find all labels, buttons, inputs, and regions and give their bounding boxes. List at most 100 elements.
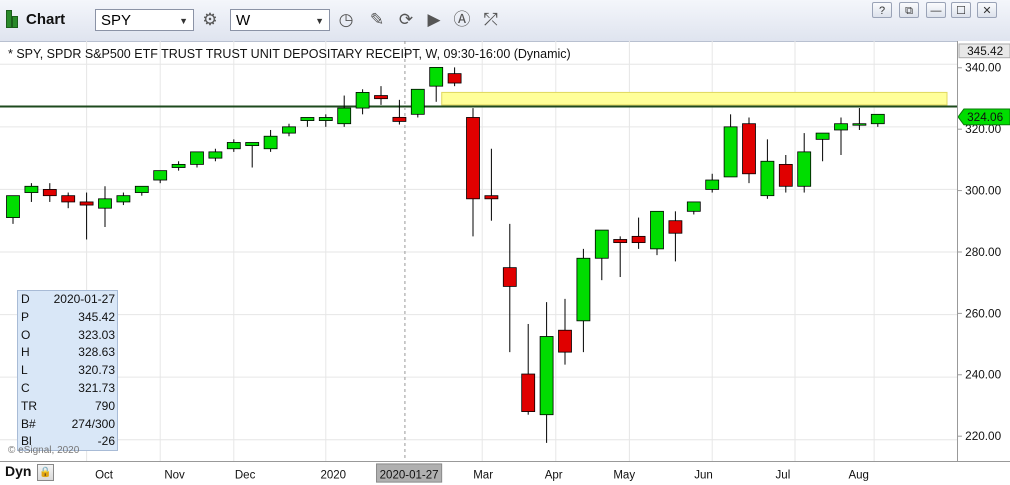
top-price-label: 345.42 (967, 45, 1003, 58)
candle-body (226, 142, 241, 150)
candle-body (355, 92, 370, 109)
candle-body (429, 66, 444, 87)
data-window-value: 320.73 (78, 363, 115, 378)
alert-icon[interactable]: Ⓐ (451, 9, 473, 31)
candle-body (834, 123, 848, 131)
chart-title: Chart (6, 10, 65, 28)
time-axis[interactable]: Oct Nov Dec 2020 Mar Apr May Jun Jul Aug 2020-01-2… (0, 461, 1010, 485)
cursor-date-label: 2020-01-27 (380, 469, 439, 481)
x-tick-label: 2020 (320, 469, 346, 481)
candle-body (447, 73, 462, 84)
candle-body (190, 151, 204, 165)
toolbar: Chart SPY ▼ ⚙ W ▼ ◷ ✎ ⟳ ▶ Ⓐ ⤱ ? ⧉ — ☐ ✕ (0, 0, 1010, 42)
data-window-row: L 320.73 (18, 362, 117, 380)
x-tick-label: Apr (545, 469, 563, 481)
data-window: D 2020-01-27 P 345.42 O 323.03 H 328.63 L 320.73 C… (17, 290, 118, 451)
y-tick-label: 300.00 (965, 185, 1001, 198)
y-tick-label: 260.00 (965, 307, 1001, 320)
candle-body (797, 151, 812, 187)
candle-body (61, 195, 76, 203)
symbol-dropdown-icon: ▼ (179, 16, 188, 26)
symbol-value: SPY (101, 12, 132, 29)
candle-body (815, 132, 830, 140)
candle-body (116, 195, 131, 203)
candle-body (410, 88, 425, 115)
data-window-value: 328.63 (78, 345, 115, 360)
data-window-row: TR 790 (18, 398, 117, 416)
interval-combo[interactable]: W ▼ (230, 9, 330, 31)
data-window-key: D (21, 292, 30, 306)
candle-body (392, 116, 407, 122)
chart-app-icon (6, 10, 20, 28)
data-window-value: 274/300 (71, 416, 115, 431)
data-window-row: P 345.42 (18, 309, 117, 327)
candle-body (79, 201, 94, 206)
link-icon[interactable]: ⤱ (480, 9, 502, 31)
data-window-value: 2020-01-27 (53, 292, 115, 306)
x-tick-label: Mar (473, 469, 493, 481)
data-window-value: -26 (97, 434, 115, 449)
price-axis[interactable]: 340.00320.00300.00280.00260.00240.00220.… (957, 41, 1010, 461)
restore-button[interactable]: ⧉ (899, 2, 919, 18)
data-window-value: 790 (94, 398, 115, 413)
help-button[interactable]: ? (872, 2, 892, 18)
candle-body (337, 107, 352, 125)
dyn-label[interactable]: Dyn (5, 463, 31, 479)
chart-header: * SPY, SPDR S&P500 ETF TRUST TRUST UNIT … (8, 47, 571, 61)
clock-icon[interactable]: ◷ (335, 9, 357, 31)
chart-title-label: Chart (26, 10, 66, 28)
candle-body (484, 195, 499, 200)
data-window-row: O 323.03 (18, 327, 117, 345)
candle-body (742, 123, 756, 175)
candle-body (245, 142, 260, 147)
pencil-icon[interactable]: ✎ (366, 9, 388, 31)
resistance-zone (441, 91, 948, 106)
data-window-row: C 321.73 (18, 380, 117, 398)
x-tick-label: Jul (776, 469, 791, 481)
candle-body (723, 126, 738, 178)
symbol-settings-icon[interactable]: ⚙ (199, 9, 221, 31)
y-tick-label: 220.00 (965, 430, 1001, 443)
candle-body (521, 373, 536, 412)
data-window-value: 323.03 (78, 327, 115, 342)
candle-body (594, 229, 609, 259)
y-tick-label: 340.00 (965, 62, 1001, 75)
candle-body (650, 210, 664, 250)
candle-body (668, 220, 683, 234)
interval-dropdown-icon: ▼ (315, 16, 324, 26)
interval-value: W (236, 12, 251, 29)
data-window-value: 345.42 (78, 309, 115, 324)
data-window-row: D 2020-01-27 (18, 291, 117, 309)
data-window-key: H (21, 345, 30, 360)
x-tick-label: Nov (164, 469, 185, 481)
copyright-watermark: © eSignal, 2020 (8, 445, 80, 456)
candle-body (502, 267, 517, 287)
candle-body (539, 336, 554, 416)
minimize-button[interactable]: — (926, 2, 946, 18)
play-icon[interactable]: ▶ (423, 9, 445, 31)
candle-body (42, 189, 57, 197)
close-button[interactable]: ✕ (977, 2, 997, 18)
candle-body (282, 126, 296, 134)
symbol-combo[interactable]: SPY ▼ (95, 9, 194, 31)
lock-icon[interactable]: 🔒 (37, 464, 54, 481)
candle-body (686, 201, 701, 212)
maximize-button[interactable]: ☐ (951, 2, 971, 18)
data-window-row: B# 274/300 (18, 416, 117, 434)
data-window-key: O (21, 327, 31, 342)
y-tick-label: 280.00 (965, 246, 1001, 259)
data-window-key: L (21, 363, 28, 378)
data-window-value: 321.73 (78, 380, 115, 395)
candle-body (134, 185, 149, 193)
candle-body (558, 329, 572, 353)
data-window-key: C (21, 380, 30, 395)
study-icon[interactable]: ⟳ (395, 9, 417, 31)
data-window-key: TR (21, 398, 37, 413)
chart-window: Chart SPY ▼ ⚙ W ▼ ◷ ✎ ⟳ ▶ Ⓐ ⤱ ? ⧉ — ☐ ✕ … (0, 0, 1010, 485)
candle-body (374, 95, 388, 100)
candle-body (631, 235, 646, 244)
price-plot[interactable] (0, 41, 957, 461)
candle-body (613, 239, 628, 244)
data-window-key: B# (21, 416, 36, 431)
candle-body (208, 151, 223, 159)
